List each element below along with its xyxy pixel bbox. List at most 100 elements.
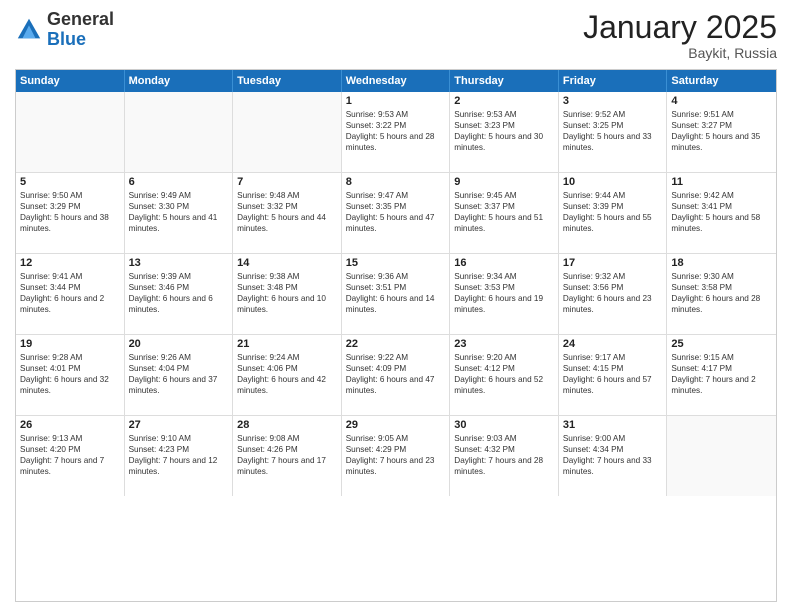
cal-cell: 23Sunrise: 9:20 AM Sunset: 4:12 PM Dayli… bbox=[450, 335, 559, 415]
day-number: 5 bbox=[20, 176, 120, 188]
cal-cell: 3 Sunrise: 9:52 AM Sunset: 3:25 PM Daylig… bbox=[559, 92, 668, 172]
cell-info: Sunrise: 9:42 AM Sunset: 3:41 PM Dayligh… bbox=[671, 190, 772, 234]
cal-cell bbox=[125, 92, 234, 172]
day-number: 6 bbox=[129, 176, 229, 188]
day-number: 18 bbox=[671, 257, 772, 269]
weekday-header-sunday: Sunday bbox=[16, 70, 125, 92]
cal-cell: 9Sunrise: 9:45 AM Sunset: 3:37 PM Daylig… bbox=[450, 173, 559, 253]
cell-info: Sunrise: 9:15 AM Sunset: 4:17 PM Dayligh… bbox=[671, 352, 772, 396]
cal-week-row-4: 26Sunrise: 9:13 AM Sunset: 4:20 PM Dayli… bbox=[16, 416, 776, 496]
cal-cell bbox=[16, 92, 125, 172]
cell-info: Sunrise: 9:48 AM Sunset: 3:32 PM Dayligh… bbox=[237, 190, 337, 234]
cal-cell: 13 Sunrise: 9:39 AM Sunset: 3:46 PM Dayli… bbox=[125, 254, 234, 334]
day-number: 1 bbox=[346, 95, 446, 107]
cal-cell: 19 Sunrise: 9:28 AM Sunset: 4:01 PM Dayli… bbox=[16, 335, 125, 415]
cell-info: Sunrise: 9:30 AM Sunset: 3:58 PM Dayligh… bbox=[671, 271, 772, 315]
cell-info: Sunrise: 9:17 AM Sunset: 4:15 PM Dayligh… bbox=[563, 352, 663, 396]
cell-info: Sunrise: 9:52 AM Sunset: 3:25 PM Dayligh… bbox=[563, 109, 663, 153]
day-number: 30 bbox=[454, 419, 554, 431]
page: General Blue January 2025 Baykit, Russia… bbox=[0, 0, 792, 612]
day-number: 9 bbox=[454, 176, 554, 188]
weekday-header-thursday: Thursday bbox=[450, 70, 559, 92]
day-number: 19 bbox=[20, 338, 120, 350]
cell-info: Sunrise: 9:49 AM Sunset: 3:30 PM Dayligh… bbox=[129, 190, 229, 234]
cal-cell: 17 Sunrise: 9:32 AM Sunset: 3:56 PM Dayli… bbox=[559, 254, 668, 334]
day-number: 3 bbox=[563, 95, 663, 107]
cal-week-row-1: 5 Sunrise: 9:50 AM Sunset: 3:29 PM Daylig… bbox=[16, 173, 776, 254]
cell-info: Sunrise: 9:22 AM Sunset: 4:09 PM Dayligh… bbox=[346, 352, 446, 396]
cell-info: Sunrise: 9:41 AM Sunset: 3:44 PM Dayligh… bbox=[20, 271, 120, 315]
day-number: 23 bbox=[454, 338, 554, 350]
cell-info: Sunrise: 9:32 AM Sunset: 3:56 PM Dayligh… bbox=[563, 271, 663, 315]
calendar: SundayMondayTuesdayWednesdayThursdayFrid… bbox=[15, 69, 777, 602]
cal-week-row-0: 1 Sunrise: 9:53 AM Sunset: 3:22 PM Daylig… bbox=[16, 92, 776, 173]
month-year: January 2025 bbox=[583, 10, 777, 45]
cell-info: Sunrise: 9:26 AM Sunset: 4:04 PM Dayligh… bbox=[129, 352, 229, 396]
cell-info: Sunrise: 9:53 AM Sunset: 3:23 PM Dayligh… bbox=[454, 109, 554, 153]
cell-info: Sunrise: 9:44 AM Sunset: 3:39 PM Dayligh… bbox=[563, 190, 663, 234]
day-number: 16 bbox=[454, 257, 554, 269]
logo-blue-text: Blue bbox=[47, 29, 86, 49]
cal-cell: 5 Sunrise: 9:50 AM Sunset: 3:29 PM Daylig… bbox=[16, 173, 125, 253]
cell-info: Sunrise: 9:00 AM Sunset: 4:34 PM Dayligh… bbox=[563, 433, 663, 477]
cal-cell bbox=[233, 92, 342, 172]
weekday-header-tuesday: Tuesday bbox=[233, 70, 342, 92]
cal-cell: 30 Sunrise: 9:03 AM Sunset: 4:32 PM Dayli… bbox=[450, 416, 559, 496]
cell-info: Sunrise: 9:05 AM Sunset: 4:29 PM Dayligh… bbox=[346, 433, 446, 477]
cell-info: Sunrise: 9:53 AM Sunset: 3:22 PM Dayligh… bbox=[346, 109, 446, 153]
location: Baykit, Russia bbox=[583, 45, 777, 61]
day-number: 31 bbox=[563, 419, 663, 431]
logo-icon bbox=[15, 16, 43, 44]
cal-cell: 25 Sunrise: 9:15 AM Sunset: 4:17 PM Dayli… bbox=[667, 335, 776, 415]
calendar-body: 1 Sunrise: 9:53 AM Sunset: 3:22 PM Daylig… bbox=[16, 92, 776, 496]
cal-cell: 4 Sunrise: 9:51 AM Sunset: 3:27 PM Daylig… bbox=[667, 92, 776, 172]
day-number: 11 bbox=[671, 176, 772, 188]
day-number: 17 bbox=[563, 257, 663, 269]
cal-cell: 24 Sunrise: 9:17 AM Sunset: 4:15 PM Dayli… bbox=[559, 335, 668, 415]
cal-cell: 14 Sunrise: 9:38 AM Sunset: 3:48 PM Dayli… bbox=[233, 254, 342, 334]
cell-info: Sunrise: 9:24 AM Sunset: 4:06 PM Dayligh… bbox=[237, 352, 337, 396]
cell-info: Sunrise: 9:39 AM Sunset: 3:46 PM Dayligh… bbox=[129, 271, 229, 315]
cal-cell: 20Sunrise: 9:26 AM Sunset: 4:04 PM Dayli… bbox=[125, 335, 234, 415]
cal-cell: 27 Sunrise: 9:10 AM Sunset: 4:23 PM Dayli… bbox=[125, 416, 234, 496]
cell-info: Sunrise: 9:50 AM Sunset: 3:29 PM Dayligh… bbox=[20, 190, 120, 234]
day-number: 10 bbox=[563, 176, 663, 188]
weekday-header-monday: Monday bbox=[125, 70, 234, 92]
cell-info: Sunrise: 9:08 AM Sunset: 4:26 PM Dayligh… bbox=[237, 433, 337, 477]
cell-info: Sunrise: 9:34 AM Sunset: 3:53 PM Dayligh… bbox=[454, 271, 554, 315]
cell-info: Sunrise: 9:36 AM Sunset: 3:51 PM Dayligh… bbox=[346, 271, 446, 315]
logo: General Blue bbox=[15, 10, 114, 50]
day-number: 24 bbox=[563, 338, 663, 350]
cal-cell: 16 Sunrise: 9:34 AM Sunset: 3:53 PM Dayli… bbox=[450, 254, 559, 334]
day-number: 14 bbox=[237, 257, 337, 269]
cell-info: Sunrise: 9:28 AM Sunset: 4:01 PM Dayligh… bbox=[20, 352, 120, 396]
cal-cell: 10 Sunrise: 9:44 AM Sunset: 3:39 PM Dayli… bbox=[559, 173, 668, 253]
cell-info: Sunrise: 9:13 AM Sunset: 4:20 PM Dayligh… bbox=[20, 433, 120, 477]
day-number: 25 bbox=[671, 338, 772, 350]
day-number: 22 bbox=[346, 338, 446, 350]
cell-info: Sunrise: 9:03 AM Sunset: 4:32 PM Dayligh… bbox=[454, 433, 554, 477]
weekday-header-wednesday: Wednesday bbox=[342, 70, 451, 92]
weekday-header-friday: Friday bbox=[559, 70, 668, 92]
cal-cell: 26Sunrise: 9:13 AM Sunset: 4:20 PM Dayli… bbox=[16, 416, 125, 496]
day-number: 7 bbox=[237, 176, 337, 188]
cal-cell bbox=[667, 416, 776, 496]
cal-cell: 6 Sunrise: 9:49 AM Sunset: 3:30 PM Daylig… bbox=[125, 173, 234, 253]
cal-cell: 29Sunrise: 9:05 AM Sunset: 4:29 PM Dayli… bbox=[342, 416, 451, 496]
day-number: 15 bbox=[346, 257, 446, 269]
cal-cell: 18 Sunrise: 9:30 AM Sunset: 3:58 PM Dayli… bbox=[667, 254, 776, 334]
day-number: 4 bbox=[671, 95, 772, 107]
cell-info: Sunrise: 9:10 AM Sunset: 4:23 PM Dayligh… bbox=[129, 433, 229, 477]
cell-info: Sunrise: 9:51 AM Sunset: 3:27 PM Dayligh… bbox=[671, 109, 772, 153]
title-block: January 2025 Baykit, Russia bbox=[583, 10, 777, 61]
cell-info: Sunrise: 9:38 AM Sunset: 3:48 PM Dayligh… bbox=[237, 271, 337, 315]
logo-general-text: General bbox=[47, 9, 114, 29]
cal-cell: 1 Sunrise: 9:53 AM Sunset: 3:22 PM Daylig… bbox=[342, 92, 451, 172]
day-number: 2 bbox=[454, 95, 554, 107]
day-number: 27 bbox=[129, 419, 229, 431]
day-number: 8 bbox=[346, 176, 446, 188]
day-number: 13 bbox=[129, 257, 229, 269]
cal-cell: 8 Sunrise: 9:47 AM Sunset: 3:35 PM Daylig… bbox=[342, 173, 451, 253]
cal-cell: 21Sunrise: 9:24 AM Sunset: 4:06 PM Dayli… bbox=[233, 335, 342, 415]
cell-info: Sunrise: 9:47 AM Sunset: 3:35 PM Dayligh… bbox=[346, 190, 446, 234]
